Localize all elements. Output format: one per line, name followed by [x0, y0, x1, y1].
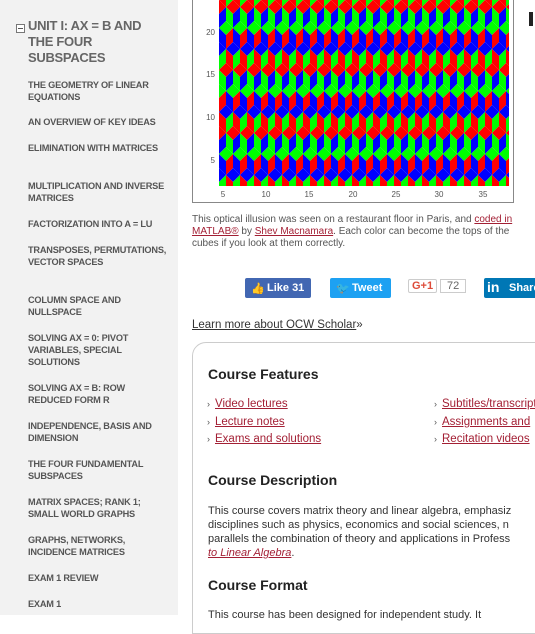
course-description-text: This course covers matrix theory and lin…: [208, 505, 512, 559]
course-features-heading: Course Features: [208, 366, 319, 382]
sidebar-item[interactable]: SOLVING AX = 0: PIVOT VARIABLES, SPECIAL…: [28, 332, 168, 368]
cube-illusion-plot: [219, 0, 509, 186]
sidebar-item[interactable]: THE GEOMETRY OF LINEAR EQUATIONS: [28, 79, 168, 103]
chevron-right-icon: ›: [434, 399, 437, 409]
thumbs-up-icon: 👍: [251, 283, 265, 295]
chevron-right-icon: ›: [434, 434, 437, 444]
sidebar-item[interactable]: INDEPENDENCE, BASIS AND DIMENSION: [28, 420, 168, 444]
course-format-heading: Course Format: [208, 577, 308, 593]
y-tick-label: 15: [206, 70, 215, 79]
course-sidebar: UNIT I: AX = B AND THE FOUR SUBSPACES TH…: [0, 0, 178, 615]
x-tick-label: 20: [348, 190, 358, 199]
chevron-right-icon: ›: [207, 434, 210, 444]
x-tick-label: 25: [391, 190, 401, 199]
chevron-right-icon: ›: [207, 417, 210, 427]
sidebar-item[interactable]: FACTORIZATION INTO A = LU: [28, 218, 168, 230]
main-content: 20 15 10 5 5 10 15 20 25 30 35 This optical illus…: [178, 0, 535, 634]
x-tick-label: 15: [304, 190, 314, 199]
course-feature-link[interactable]: Exams and solutions: [215, 433, 321, 445]
sidebar-item[interactable]: MULTIPLICATION AND INVERSE MATRICES: [28, 180, 168, 204]
intro-linear-algebra-link[interactable]: to Linear Algebra: [208, 547, 291, 559]
course-feature-link[interactable]: Video lectures: [215, 398, 288, 410]
sidebar-item[interactable]: EXAM 1: [28, 598, 168, 610]
unit-title[interactable]: UNIT I: AX = B AND THE FOUR SUBSPACES: [28, 18, 168, 66]
sidebar-item[interactable]: GRAPHS, NETWORKS, INCIDENCE MATRICES: [28, 534, 168, 558]
x-tick-label: 30: [434, 190, 444, 199]
sidebar-item[interactable]: SOLVING AX = B: ROW REDUCED FORM R: [28, 382, 168, 406]
course-description-heading: Course Description: [208, 472, 338, 488]
x-tick-label: 10: [261, 190, 271, 199]
ocw-scholar-link[interactable]: Learn more about OCW Scholar: [192, 319, 356, 331]
course-feature-link[interactable]: Subtitles/transcript: [442, 398, 535, 410]
learn-more: Learn more about OCW Scholar»: [192, 319, 363, 331]
caption-text: This optical illusion was seen on a rest…: [192, 214, 472, 225]
linkedin-icon: in: [487, 279, 500, 295]
figure-caption: This optical illusion was seen on a rest…: [192, 214, 513, 249]
x-tick-label: 35: [478, 190, 488, 199]
sidebar-item[interactable]: COLUMN SPACE AND NULLSPACE: [28, 294, 168, 318]
sidebar-item[interactable]: EXAM 1 REVIEW: [28, 572, 168, 584]
facebook-like-button[interactable]: 👍 Like 31: [245, 278, 311, 298]
tweet-button[interactable]: 🐦 Tweet: [330, 278, 391, 298]
gplus-count: 72: [440, 279, 467, 293]
sidebar-item[interactable]: TRANSPOSES, PERMUTATIONS, VECTOR SPACES: [28, 244, 168, 268]
sidebar-item[interactable]: ELIMINATION WITH MATRICES: [28, 142, 168, 154]
google-plus-button[interactable]: G+1 72: [408, 278, 470, 298]
sidebar-item[interactable]: AN OVERVIEW OF KEY IDEAS: [28, 116, 168, 128]
author-link[interactable]: Shev Macnamara: [255, 226, 333, 237]
x-tick-label: 5: [220, 190, 226, 199]
course-feature-link[interactable]: Recitation videos: [442, 433, 530, 445]
course-feature-link[interactable]: Lecture notes: [215, 416, 285, 428]
chevron-right-icon: ›: [434, 417, 437, 427]
course-feature-link[interactable]: Assignments and: [442, 416, 530, 428]
twitter-bird-icon: 🐦: [336, 283, 350, 295]
y-tick-label: 10: [206, 113, 215, 122]
sidebar-item[interactable]: THE FOUR FUNDAMENTAL SUBSPACES: [28, 458, 168, 482]
y-tick-label: 20: [206, 28, 215, 37]
course-format-text: This course has been designed for indepe…: [208, 609, 482, 621]
sidebar-item[interactable]: MATRIX SPACES; RANK 1; SMALL WORLD GRAPH…: [28, 496, 168, 520]
linkedin-share-button[interactable]: in Share: [484, 278, 535, 298]
scrollbar-thumb[interactable]: [529, 12, 533, 26]
collapse-icon[interactable]: [16, 24, 25, 33]
chevron-right-icon: ›: [207, 399, 210, 409]
gplus-icon: G+1: [408, 279, 438, 293]
illusion-figure: 20 15 10 5 5 10 15 20 25 30 35: [192, 0, 514, 203]
y-tick-label: 5: [210, 156, 215, 165]
